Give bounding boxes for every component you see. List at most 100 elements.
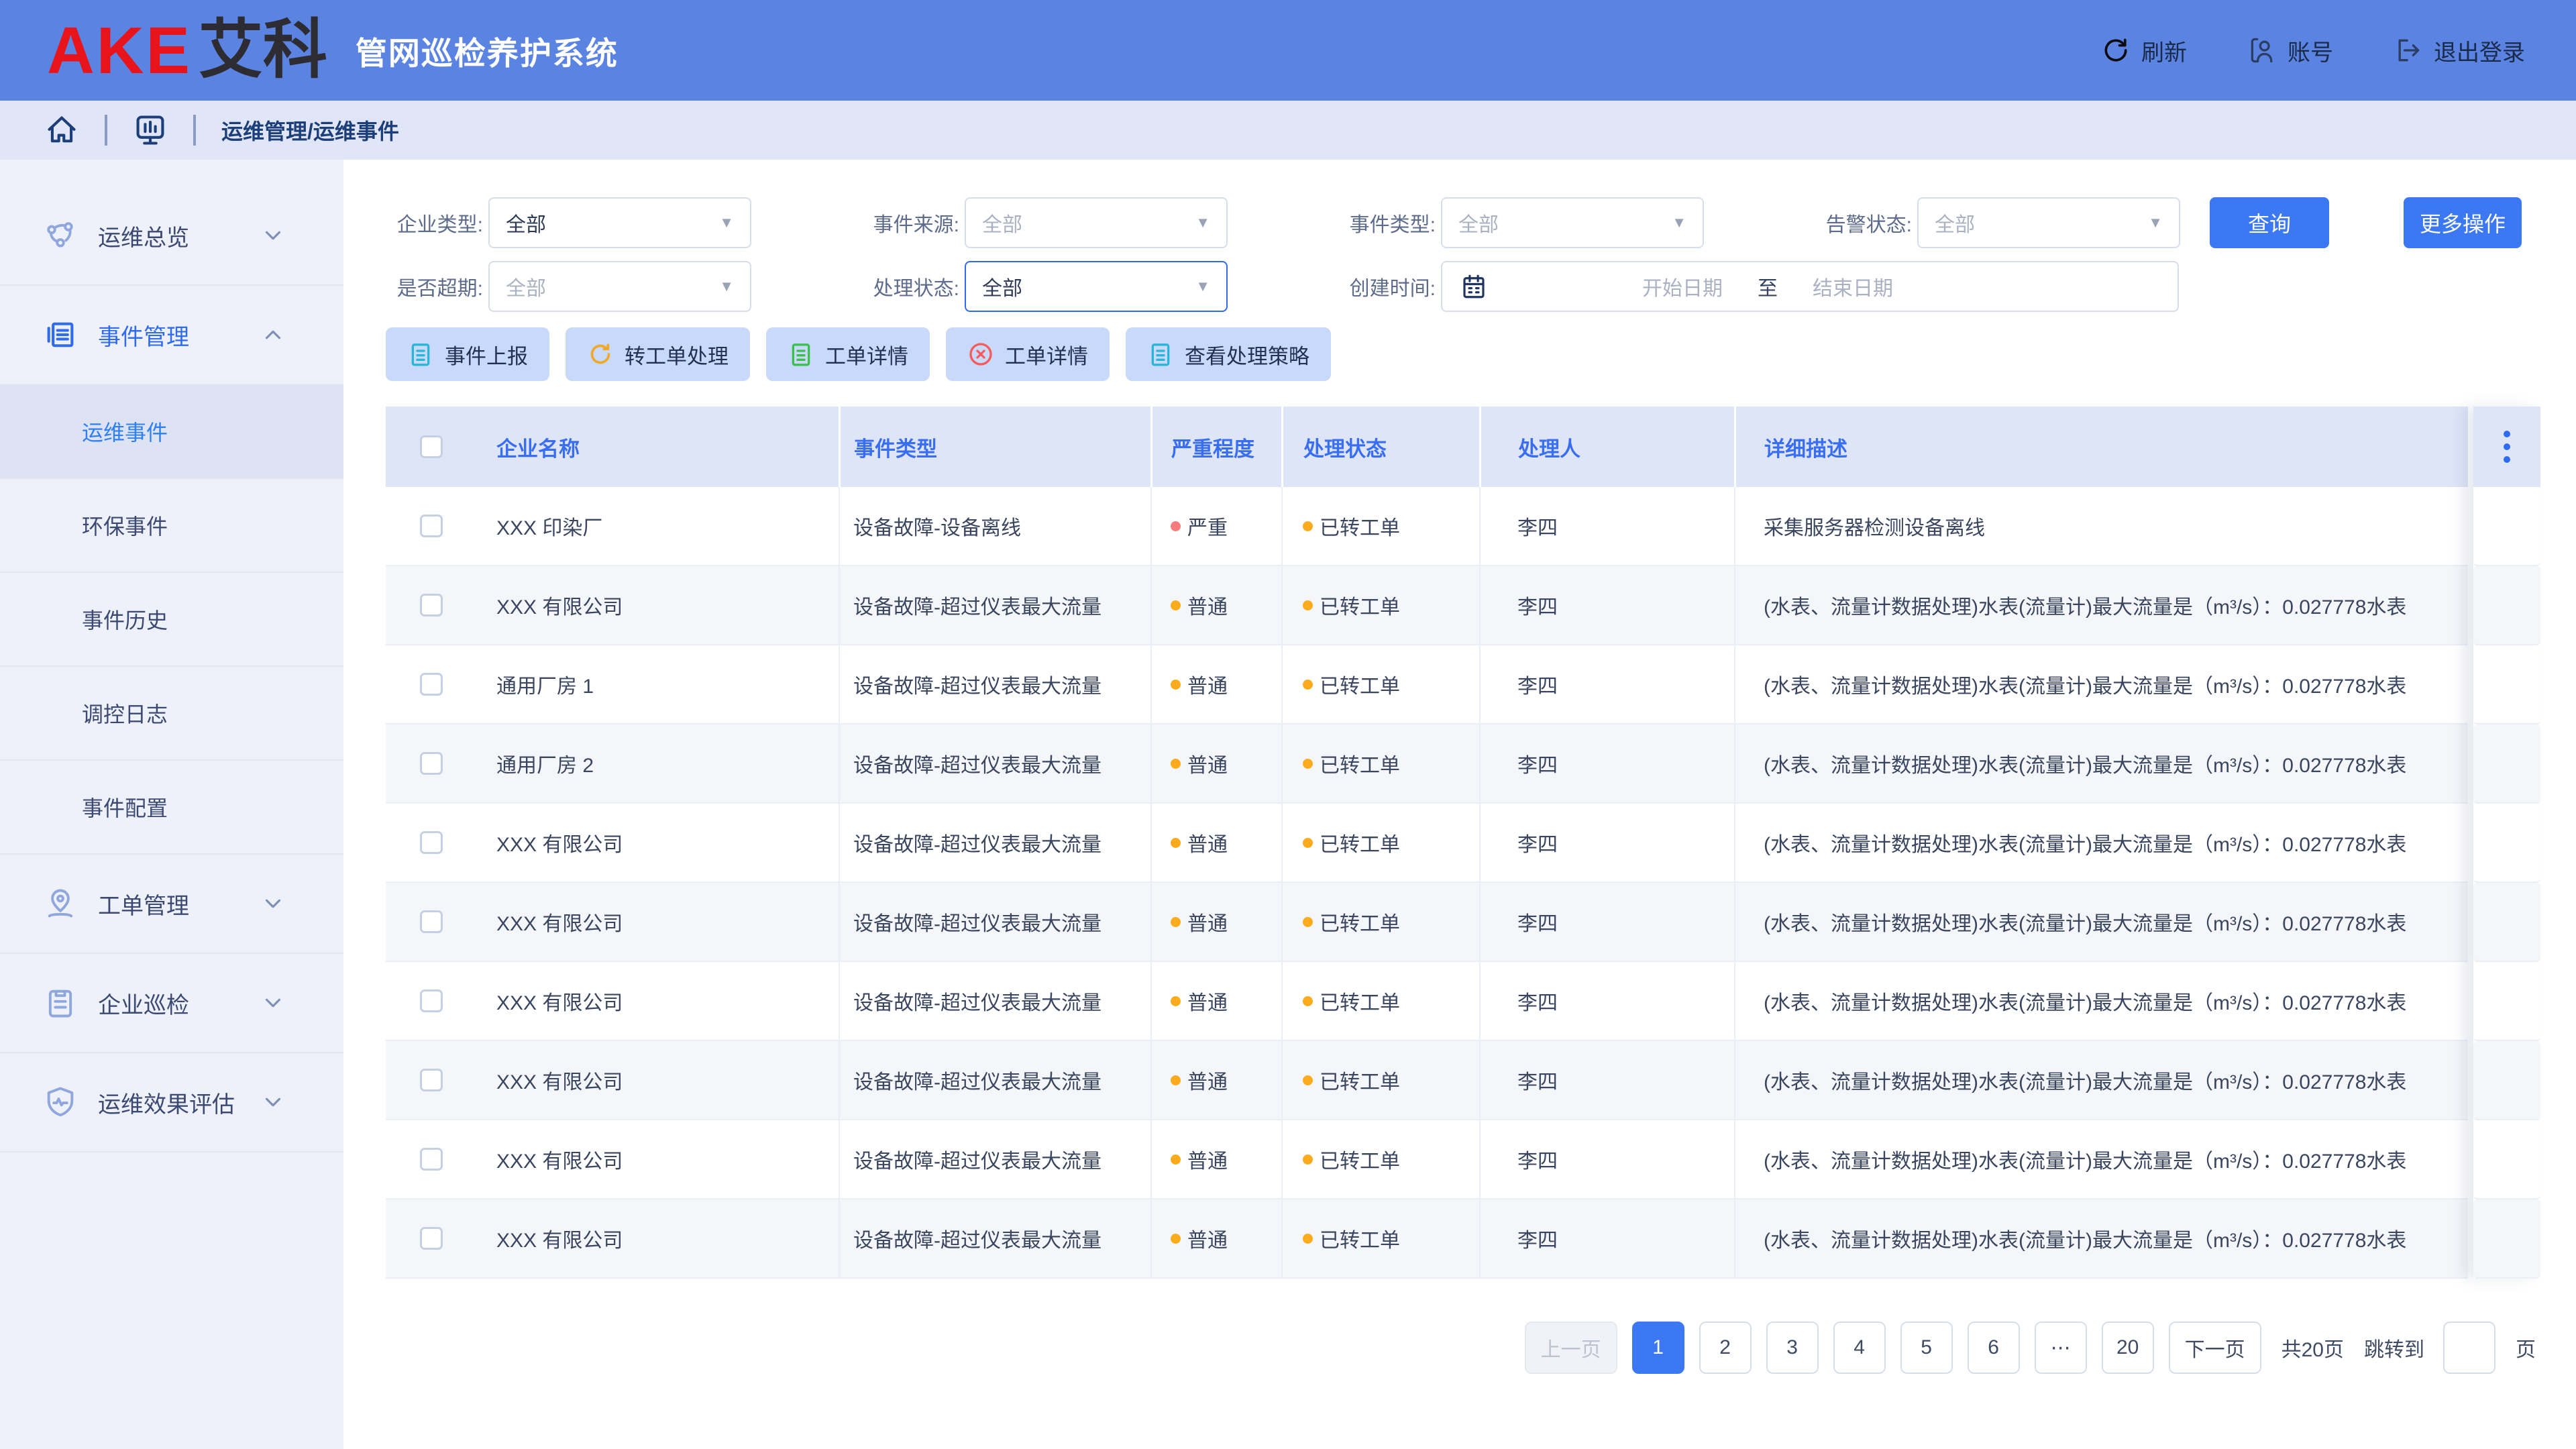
table-row[interactable]: XXX 有限公司 设备故障-超过仪表最大流量 普通 已转工单 李四 (水表、流量… (386, 1199, 2468, 1279)
logo-text-en: AKE (47, 17, 192, 83)
jump-page-input[interactable] (2443, 1322, 2496, 1374)
pinned-row-cell (2473, 1041, 2540, 1120)
sidebar-group-overview[interactable]: 运维总览 (0, 186, 343, 286)
sidebar-group-evaluation[interactable]: 运维效果评估 (0, 1053, 343, 1152)
page-button-1[interactable]: 1 (1632, 1322, 1684, 1374)
table-row[interactable]: XXX 有限公司 设备故障-超过仪表最大流量 普通 已转工单 李四 (水表、流量… (386, 883, 2468, 962)
table-row[interactable]: XXX 有限公司 设备故障-超过仪表最大流量 普通 已转工单 李四 (水表、流量… (386, 1120, 2468, 1199)
event-type-cell: 设备故障-超过仪表最大流量 (839, 804, 1150, 881)
column-header-company[interactable]: 企业名称 (476, 407, 839, 487)
row-checkbox[interactable] (420, 752, 443, 775)
page-button-3[interactable]: 3 (1766, 1322, 1819, 1374)
column-header-handler[interactable]: 处理人 (1479, 407, 1734, 487)
severity-dot (1171, 1234, 1181, 1244)
status-cell: 已转工单 (1281, 1120, 1479, 1198)
monitor-icon[interactable] (133, 113, 168, 148)
company-cell: XXX 有限公司 (476, 804, 839, 881)
status-cell: 已转工单 (1281, 724, 1479, 802)
sidebar-item-event-config[interactable]: 事件配置 (0, 761, 343, 855)
page-button-4[interactable]: 4 (1833, 1322, 1886, 1374)
page-button-20[interactable]: 20 (2102, 1322, 2154, 1374)
account-button[interactable]: 账号 (2247, 34, 2333, 67)
refresh-button[interactable]: 刷新 (2101, 34, 2187, 67)
company-cell: 通用厂房 2 (476, 724, 839, 802)
workorder-detail-button[interactable]: 工单详情 (766, 327, 930, 381)
company-logo: AKE 艾科 (47, 17, 327, 83)
table-row[interactable]: XXX 印染厂 设备故障-设备离线 严重 已转工单 李四 采集服务器检测设备离线 (386, 487, 2468, 566)
refresh-circle-icon (587, 341, 614, 368)
status-dot (1303, 521, 1313, 531)
filter-label-handle-status: 处理状态: (862, 272, 959, 301)
sidebar-item-control-log[interactable]: 调控日志 (0, 667, 343, 761)
sidebar-item-event-history[interactable]: 事件历史 (0, 573, 343, 667)
handle-status-select[interactable]: 全部▼ (965, 261, 1228, 312)
event-management-icon (43, 317, 78, 352)
home-icon[interactable] (44, 113, 79, 148)
page-button-6[interactable]: 6 (1968, 1322, 2020, 1374)
select-arrow-icon: ▼ (1195, 214, 1210, 231)
table-row[interactable]: XXX 有限公司 设备故障-超过仪表最大流量 普通 已转工单 李四 (水表、流量… (386, 804, 2468, 883)
company-type-select[interactable]: 全部▼ (488, 197, 751, 248)
overdue-select[interactable]: 全部▼ (488, 261, 751, 312)
filter-label-company-type: 企业类型: (386, 208, 483, 237)
row-checkbox[interactable] (420, 989, 443, 1012)
event-type-select[interactable]: 全部▼ (1441, 197, 1704, 248)
event-report-button[interactable]: 事件上报 (386, 327, 549, 381)
next-page-button[interactable]: 下一页 (2169, 1322, 2261, 1374)
pinned-row-cell (2473, 1120, 2540, 1199)
sidebar-group-inspection[interactable]: 企业巡检 (0, 954, 343, 1053)
status-cell: 已转工单 (1281, 645, 1479, 723)
page-button-5[interactable]: 5 (1900, 1322, 1953, 1374)
view-strategy-button[interactable]: 查看处理策略 (1126, 327, 1331, 381)
row-checkbox[interactable] (420, 594, 443, 616)
close-workorder-button[interactable]: 工单详情 (946, 327, 1110, 381)
row-checkbox[interactable] (420, 515, 443, 537)
handler-cell: 李四 (1479, 962, 1734, 1040)
logout-button[interactable]: 退出登录 (2394, 34, 2525, 67)
row-checkbox[interactable] (420, 831, 443, 854)
column-header-severity[interactable]: 严重程度 (1150, 407, 1281, 487)
table-row[interactable]: XXX 有限公司 设备故障-超过仪表最大流量 普通 已转工单 李四 (水表、流量… (386, 962, 2468, 1041)
sidebar-item-ops-events[interactable]: 运维事件 (0, 385, 343, 479)
column-header-status[interactable]: 处理状态 (1281, 407, 1479, 487)
table-row[interactable]: 通用厂房 2 设备故障-超过仪表最大流量 普通 已转工单 李四 (水表、流量计数… (386, 724, 2468, 804)
table-row[interactable]: XXX 有限公司 设备故障-超过仪表最大流量 普通 已转工单 李四 (水表、流量… (386, 566, 2468, 645)
page-suffix-label: 页 (2516, 1333, 2536, 1362)
table-row[interactable]: XXX 有限公司 设备故障-超过仪表最大流量 普通 已转工单 李四 (水表、流量… (386, 1041, 2468, 1120)
handler-cell: 李四 (1479, 566, 1734, 644)
pinned-row-cell (2473, 883, 2540, 962)
prev-page-button[interactable]: 上一页 (1525, 1322, 1617, 1374)
filter-label-overdue: 是否超期: (386, 272, 483, 301)
severity-dot (1171, 521, 1181, 531)
event-source-select[interactable]: 全部▼ (965, 197, 1228, 248)
select-all-checkbox[interactable] (420, 435, 443, 458)
to-workorder-button[interactable]: 转工单处理 (566, 327, 750, 381)
date-separator: 至 (1758, 272, 1778, 301)
date-range-picker[interactable]: 开始日期 至 结束日期 (1441, 261, 2179, 312)
more-actions-button[interactable]: 更多操作 (2404, 197, 2522, 248)
row-checkbox[interactable] (420, 673, 443, 696)
alarm-status-select[interactable]: 全部▼ (1917, 197, 2180, 248)
jump-to-label: 跳转到 (2364, 1333, 2424, 1362)
column-settings-button[interactable] (2473, 407, 2540, 487)
page-button-2[interactable]: 2 (1699, 1322, 1752, 1374)
severity-cell: 普通 (1150, 804, 1281, 881)
status-cell: 已转工单 (1281, 566, 1479, 644)
sidebar-group-workorder[interactable]: 工单管理 (0, 855, 343, 954)
query-button[interactable]: 查询 (2210, 197, 2329, 248)
detail-cell: (水表、流量计数据处理)水表(流量计)最大流量是（m³/s）：0.027778水… (1734, 724, 2468, 802)
column-header-type[interactable]: 事件类型 (839, 407, 1150, 487)
status-dot (1303, 838, 1313, 848)
page-ellipsis-button[interactable]: ⋯ (2035, 1322, 2087, 1374)
column-header-detail[interactable]: 详细描述 (1734, 407, 2468, 487)
row-checkbox[interactable] (420, 1069, 443, 1091)
sidebar-item-env-events[interactable]: 环保事件 (0, 479, 343, 573)
sidebar-group-event-management[interactable]: 事件管理 (0, 286, 343, 385)
row-checkbox[interactable] (420, 1148, 443, 1171)
event-type-cell: 设备故障-超过仪表最大流量 (839, 1120, 1150, 1198)
app-header: AKE 艾科 管网巡检养护系统 刷新 账号 退出登录 (0, 0, 2576, 101)
row-checkbox[interactable] (420, 1227, 443, 1250)
row-checkbox[interactable] (420, 910, 443, 933)
filter-label-alarm-status: 告警状态: (1815, 208, 1912, 237)
table-row[interactable]: 通用厂房 1 设备故障-超过仪表最大流量 普通 已转工单 李四 (水表、流量计数… (386, 645, 2468, 724)
